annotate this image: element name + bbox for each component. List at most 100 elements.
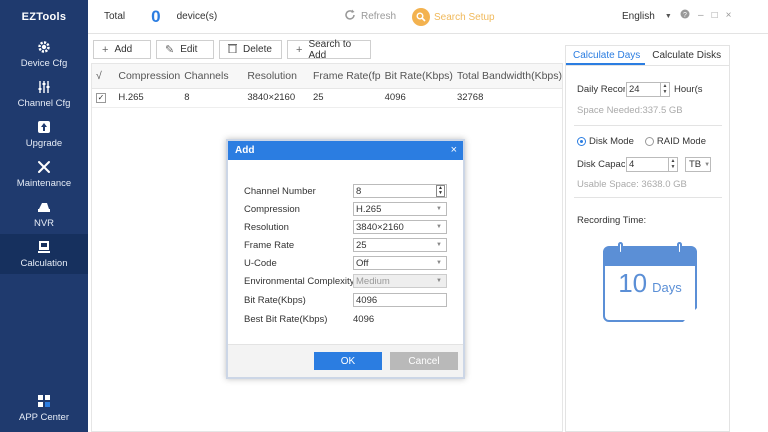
- delete-label: Delete: [243, 44, 272, 55]
- column-header-frame-rate[interactable]: Frame Rate(fp: [308, 64, 381, 89]
- sidebar-item-label: Channel Cfg: [17, 98, 71, 109]
- frame-rate-select[interactable]: 25 ▼: [353, 238, 447, 252]
- chevron-down-icon: ▼: [436, 260, 442, 266]
- add-dialog: Add × Channel Number 8 ▲ ▼ Compression H.…: [226, 139, 465, 379]
- disk-mode-radio[interactable]: [577, 137, 586, 146]
- cell-compression: H.265: [114, 88, 181, 108]
- chevron-down-icon: ▼: [664, 13, 672, 20]
- calendar-ring: [618, 242, 623, 254]
- calendar-body: 10 Days: [605, 268, 695, 299]
- stepper-icon[interactable]: ▲ ▼: [436, 185, 445, 197]
- column-header-total-bandwidth[interactable]: Total Bandwidth(Kbps): [452, 64, 562, 89]
- dialog-footer: OK Cancel: [228, 344, 463, 377]
- recording-time-label: Recording Time:: [577, 215, 647, 226]
- resolution-select[interactable]: 3840×2160 ▼: [353, 220, 447, 234]
- frame-rate-row: Frame Rate 25 ▼: [244, 237, 447, 253]
- sidebar-item-label: Maintenance: [16, 178, 72, 189]
- add-button[interactable]: + Add: [93, 40, 151, 59]
- hours-unit: Hour(s: [674, 84, 703, 95]
- device-label: device(s): [176, 11, 218, 22]
- disk-unit-value: TB: [689, 159, 702, 170]
- close-button[interactable]: ×: [726, 10, 732, 21]
- calendar-ring: [677, 242, 682, 254]
- table-row[interactable]: ✓ H.265 8 3840×2160 25 4096 32768: [92, 88, 562, 108]
- raid-mode-label: RAID Mode: [656, 136, 706, 147]
- stepper-icon[interactable]: ▲ ▼: [668, 158, 677, 171]
- disk-capacity-input[interactable]: 4 ▲ ▼: [626, 157, 678, 172]
- stepper-icon[interactable]: ▲ ▼: [660, 83, 669, 96]
- frame-rate-value: 25: [356, 239, 367, 251]
- column-header-resolution[interactable]: Resolution: [243, 64, 309, 89]
- cell-bit-rate: 4096: [380, 88, 453, 108]
- chevron-down-icon: ▼: [436, 242, 442, 248]
- window-controls: ? – □ ×: [672, 9, 731, 22]
- chevron-down-icon: ▼: [436, 206, 442, 212]
- sidebar-item-calculation[interactable]: Calculation: [0, 234, 88, 274]
- column-header-compression[interactable]: Compression: [114, 64, 181, 89]
- column-header-bit-rate[interactable]: Bit Rate(Kbps): [380, 64, 453, 89]
- bit-rate-value: 4096: [356, 294, 378, 306]
- recording-days-unit: Days: [652, 280, 682, 295]
- cell-channels: 8: [180, 88, 244, 108]
- resolution-label: Resolution: [244, 221, 289, 233]
- app-logo: EZTools: [21, 11, 67, 23]
- ok-button[interactable]: OK: [314, 352, 382, 370]
- daily-record-label: Daily Recor: [577, 84, 625, 95]
- minimize-button[interactable]: –: [698, 10, 704, 21]
- sidebar-item-maintenance[interactable]: Maintenance: [0, 154, 88, 194]
- help-icon[interactable]: ?: [680, 9, 690, 22]
- tab-calculate-disks[interactable]: Calculate Disks: [645, 46, 726, 65]
- refresh-button[interactable]: Refresh: [344, 9, 396, 24]
- bit-rate-input[interactable]: 4096: [353, 293, 447, 307]
- divider: [574, 125, 722, 126]
- calculation-panel: Calculate Days Calculate Disks Daily Rec…: [565, 45, 730, 432]
- best-bit-rate-row: Best Bit Rate(Kbps) 4096: [244, 311, 374, 327]
- sidebar-item-device-cfg[interactable]: Device Cfg: [0, 34, 88, 74]
- edit-button[interactable]: ✎ Edit: [156, 40, 214, 59]
- daily-record-value: 24: [629, 84, 640, 95]
- calculation-tabs: Calculate Days Calculate Disks: [566, 46, 729, 66]
- maximize-button[interactable]: □: [712, 10, 718, 21]
- delete-button[interactable]: Delete: [219, 40, 282, 59]
- bit-rate-label: Bit Rate(Kbps): [244, 294, 306, 306]
- sidebar-item-label: Calculation: [20, 258, 68, 269]
- svg-text:?: ?: [683, 12, 687, 19]
- channel-number-input[interactable]: 8 ▲ ▼: [353, 184, 447, 198]
- resolution-row: Resolution 3840×2160 ▼: [244, 219, 447, 235]
- sidebar-item-upgrade[interactable]: Upgrade: [0, 114, 88, 154]
- raid-mode-radio[interactable]: [644, 137, 654, 146]
- sidebar-item-label: APP Center: [19, 412, 69, 423]
- mode-row: Disk Mode RAID Mode: [577, 136, 706, 147]
- total-count: 0: [151, 6, 161, 26]
- cancel-button[interactable]: Cancel: [390, 352, 458, 370]
- app-grid-icon: [36, 393, 52, 409]
- disk-capacity-label: Disk Capac: [577, 159, 625, 170]
- dialog-header: Add ×: [228, 141, 463, 160]
- sidebar: EZTools Device Cfg Channel Cfg Upgrade M…: [0, 0, 88, 432]
- tab-calculate-days[interactable]: Calculate Days: [566, 46, 646, 65]
- sidebar-item-app-center[interactable]: APP Center: [0, 388, 88, 428]
- u-code-select[interactable]: Off ▼: [353, 256, 447, 270]
- compression-select[interactable]: H.265 ▼: [353, 202, 447, 216]
- row-checkbox[interactable]: ✓: [92, 88, 115, 108]
- language-select[interactable]: English ▼: [622, 11, 672, 22]
- daily-record-input[interactable]: 24 ▲ ▼: [626, 82, 670, 97]
- sidebar-item-channel-cfg[interactable]: Channel Cfg: [0, 74, 88, 114]
- trash-icon: [228, 43, 237, 56]
- search-to-add-button[interactable]: + Search to Add: [287, 39, 371, 61]
- best-bit-rate-value: 4096: [353, 313, 375, 325]
- upgrade-icon: [36, 119, 52, 135]
- sidebar-item-nvr[interactable]: NVR: [0, 194, 88, 234]
- column-header-check[interactable]: √: [92, 64, 115, 89]
- disk-unit-select[interactable]: TB ▼: [685, 157, 711, 172]
- channel-number-label: Channel Number: [244, 185, 316, 197]
- channel-number-value: 8: [356, 185, 362, 197]
- calendar-fold: [683, 308, 697, 322]
- disk-mode-label: Disk Mode: [589, 136, 634, 147]
- checkmark-icon: ✓: [96, 93, 106, 103]
- close-icon[interactable]: ×: [451, 144, 457, 156]
- search-setup-button[interactable]: Search Setup: [412, 8, 495, 26]
- column-header-channels[interactable]: Channels: [180, 64, 244, 89]
- language-label: English: [622, 11, 655, 22]
- frame-rate-label: Frame Rate: [244, 239, 295, 251]
